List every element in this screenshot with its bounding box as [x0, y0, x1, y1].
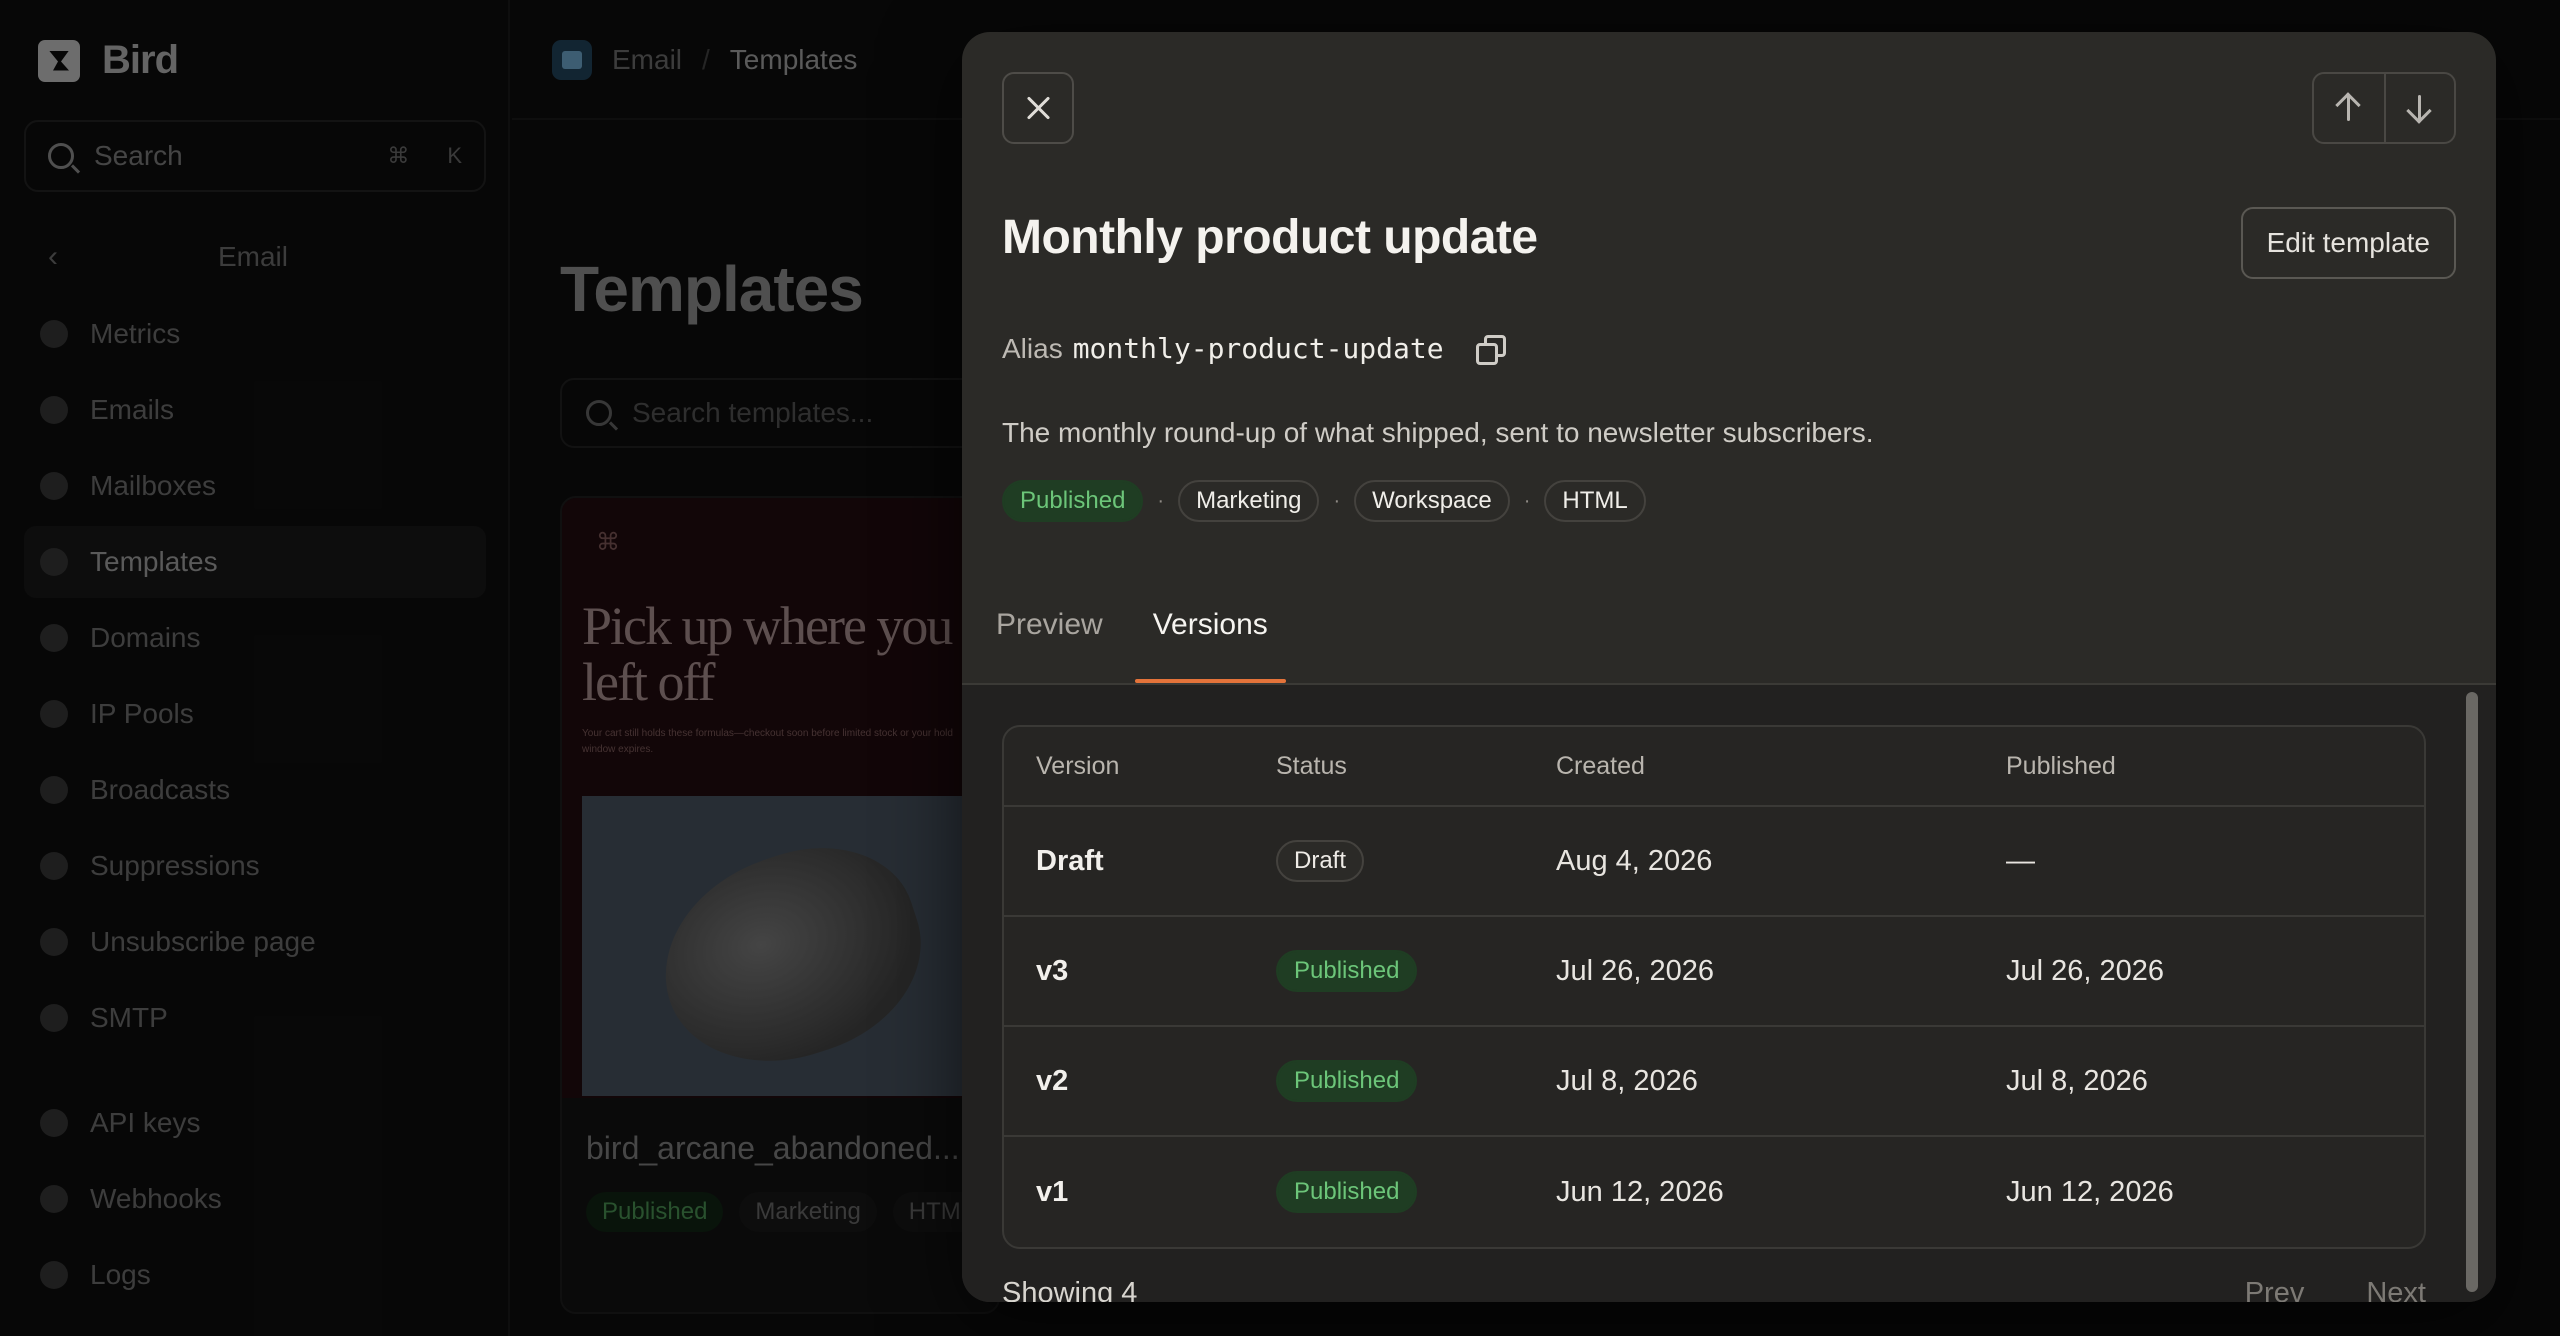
row-count: Showing 4: [1002, 1277, 1138, 1302]
alias-label: Alias: [1002, 332, 1063, 364]
status-cell: Published: [1244, 950, 1524, 992]
tab-preview[interactable]: Preview: [978, 577, 1121, 683]
tag-separator: ·: [1157, 489, 1165, 512]
table-row[interactable]: Draft Draft Aug 4, 2026 —: [1004, 807, 2424, 917]
version-cell: v3: [1036, 954, 1069, 987]
status-cell: Draft: [1244, 840, 1524, 882]
template-title: Monthly product update: [1002, 211, 1538, 264]
column-header-status[interactable]: Status: [1244, 752, 1524, 781]
status-badge: Published: [1276, 1060, 1418, 1102]
table-row[interactable]: v3 Published Jul 26, 2026 Jul 26, 2026: [1004, 917, 2424, 1027]
status-cell: Published: [1244, 1060, 1524, 1102]
published-cell: Jul 8, 2026: [2006, 1064, 2148, 1097]
copy-icon[interactable]: [1475, 334, 1506, 365]
created-cell: Aug 4, 2026: [1556, 844, 1713, 877]
table-header: Version Status Created Published: [1004, 727, 2424, 807]
status-badge: Draft: [1276, 840, 1365, 882]
alias-value: monthly-product-update: [1072, 332, 1444, 365]
modal-tabs: Preview Versions: [978, 577, 1300, 683]
previous-record-button[interactable]: [2314, 74, 2384, 142]
arrow-up-icon: [2334, 92, 2364, 123]
versions-panel: Version Status Created Published Draft D…: [962, 685, 2496, 1302]
prev-page-button[interactable]: Prev: [2245, 1277, 2305, 1302]
column-header-version[interactable]: Version: [1004, 752, 1244, 781]
scrollbar[interactable]: [2464, 692, 2478, 1292]
edit-template-button[interactable]: Edit template: [2240, 207, 2456, 279]
next-page-button[interactable]: Next: [2366, 1277, 2426, 1302]
created-cell: Jun 12, 2026: [1556, 1175, 1724, 1208]
next-record-button[interactable]: [2384, 74, 2454, 142]
versions-table: Version Status Created Published Draft D…: [1002, 725, 2426, 1249]
published-cell: Jul 26, 2026: [2006, 954, 2165, 987]
scope-tag: Workspace: [1354, 480, 1510, 522]
tag-separator: ·: [1333, 489, 1341, 512]
table-row[interactable]: v2 Published Jul 8, 2026 Jul 8, 2026: [1004, 1027, 2424, 1137]
column-header-created[interactable]: Created: [1524, 752, 1974, 781]
tab-versions[interactable]: Versions: [1134, 577, 1286, 683]
tag-separator: ·: [1523, 489, 1531, 512]
scrollbar-thumb[interactable]: [2466, 692, 2478, 1292]
arrow-down-icon: [2405, 93, 2435, 124]
table-row[interactable]: v1 Published Jun 12, 2026 Jun 12, 2026: [1004, 1137, 2424, 1247]
template-detail-modal: Monthly product update Edit template Ali…: [962, 32, 2496, 1302]
table-footer: Showing 4 Prev Next: [1002, 1277, 2426, 1302]
status-badge: Published: [1276, 950, 1418, 992]
published-cell: —: [2006, 844, 2035, 877]
format-tag: HTML: [1544, 480, 1646, 522]
template-alias: Alias monthly-product-update: [1002, 332, 1506, 365]
status-cell: Published: [1244, 1171, 1524, 1213]
created-cell: Jul 26, 2026: [1556, 954, 1715, 987]
status-badge: Published: [1002, 480, 1144, 522]
template-tags: Published · Marketing · Workspace · HTML: [1002, 480, 1646, 522]
template-description: The monthly round-up of what shipped, se…: [1002, 417, 1874, 448]
category-tag: Marketing: [1178, 480, 1320, 522]
column-header-published[interactable]: Published: [1974, 752, 2424, 781]
created-cell: Jul 8, 2026: [1556, 1064, 1698, 1097]
record-navigation: [2312, 72, 2456, 144]
version-cell: v1: [1036, 1175, 1069, 1208]
published-cell: Jun 12, 2026: [2006, 1175, 2174, 1208]
close-icon: [1025, 95, 1051, 121]
version-cell: v2: [1036, 1064, 1069, 1097]
close-button[interactable]: [1002, 72, 1074, 144]
status-badge: Published: [1276, 1171, 1418, 1213]
version-cell: Draft: [1036, 844, 1104, 877]
